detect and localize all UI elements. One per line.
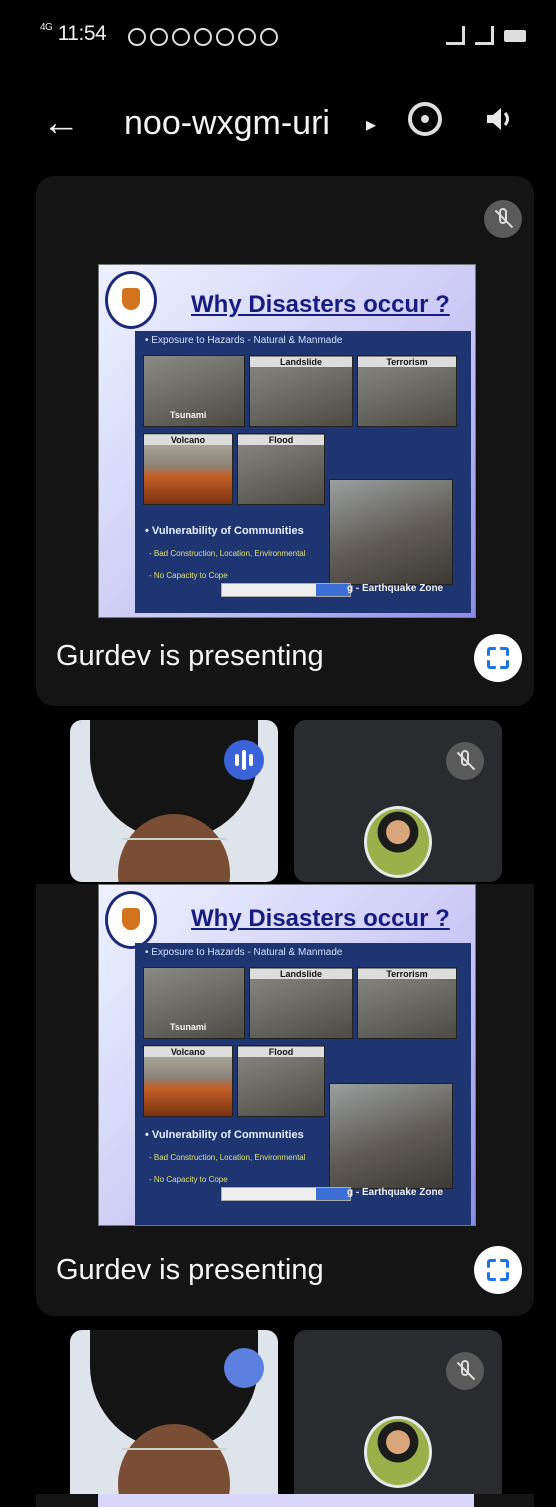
photo-caption: Flood: [238, 435, 324, 445]
shared-slide: Why Disasters occur ? • Exposure to Haza…: [98, 264, 476, 618]
photo-caption: Landslide: [250, 357, 352, 367]
slide-sub-point: - Bad Construction, Location, Environmen…: [149, 1153, 306, 1162]
photo-caption: Volcano: [144, 1047, 232, 1057]
slide-photo: Flood: [237, 1045, 325, 1117]
status-time: 4G 11:54: [40, 22, 107, 46]
slide-photo: Landslide: [249, 355, 353, 427]
slide-bullet: • Exposure to Hazards - Natural & Manmad…: [145, 947, 343, 958]
mic-off-icon: [484, 200, 522, 238]
mic-off-icon: [446, 742, 484, 780]
photo-caption: Terrorism: [358, 969, 456, 979]
chevron-right-icon[interactable]: ▸: [366, 112, 376, 137]
institute-logo: [105, 271, 157, 329]
slide-bullet: • Vulnerability of Communities: [145, 525, 304, 537]
slide-overlay-button: [316, 584, 350, 596]
slide-bullet: • Vulnerability of Communities: [145, 1129, 304, 1141]
slide-sub-point: - No Capacity to Cope: [149, 571, 228, 580]
speaking-indicator-icon: [224, 740, 264, 780]
notification-icon: [238, 28, 256, 46]
slide-sub-point: - No Capacity to Cope: [149, 1175, 228, 1184]
slide-overlay-bar: [221, 583, 351, 597]
presentation-tile[interactable]: Why Disasters occur ? • Exposure to Haza…: [36, 884, 534, 1316]
wifi-icon: [475, 26, 494, 45]
status-bar: 4G 11:54: [0, 0, 556, 80]
presentation-tile[interactable]: Why Disasters occur ? • Exposure to Haza…: [36, 176, 534, 706]
fullscreen-icon[interactable]: [474, 634, 522, 682]
avatar: [364, 806, 432, 878]
back-arrow-icon[interactable]: ←: [42, 102, 80, 145]
slide-content-panel: • Exposure to Hazards - Natural & Manmad…: [135, 331, 471, 613]
slide-photo: Terrorism: [357, 355, 457, 427]
slide-title: Why Disasters occur ?: [191, 291, 450, 318]
photo-caption: g - Earthquake Zone: [347, 1187, 444, 1198]
slide-photo: Terrorism: [357, 967, 457, 1039]
photo-caption: g - Earthquake Zone: [347, 583, 444, 594]
notification-icon: [128, 28, 146, 46]
participant-glasses: [122, 1448, 226, 1460]
slide-bullet: • Exposure to Hazards - Natural & Manmad…: [145, 335, 343, 346]
presenting-label: Gurdev is presenting: [56, 1254, 324, 1286]
notification-icon: [194, 28, 212, 46]
slide-photo: Volcano: [143, 433, 233, 505]
shared-slide: [98, 1494, 474, 1507]
signal-icon: [446, 26, 465, 45]
battery-icon: [504, 29, 526, 42]
slide-photo: Landslide: [249, 967, 353, 1039]
slide-photo: Tsunami: [143, 967, 245, 1039]
presentation-tile: [36, 1494, 534, 1507]
speaker-icon[interactable]: [484, 104, 514, 134]
network-label: 4G: [40, 22, 53, 33]
fullscreen-icon[interactable]: [474, 1246, 522, 1294]
participant-tile[interactable]: [294, 720, 502, 882]
slide-overlay-bar: [221, 1187, 351, 1201]
notification-icon: [216, 28, 234, 46]
slide-photo: Volcano: [143, 1045, 233, 1117]
photo-caption: Tsunami: [170, 1022, 207, 1032]
photo-caption: Volcano: [144, 435, 232, 445]
slide-sub-point: - Bad Construction, Location, Environmen…: [149, 549, 306, 558]
slide-title: Why Disasters occur ?: [191, 905, 450, 932]
avatar: [364, 1416, 432, 1488]
switch-camera-icon[interactable]: [408, 102, 442, 136]
shared-slide: Why Disasters occur ? • Exposure to Haza…: [98, 884, 476, 1226]
mic-off-icon: [446, 1352, 484, 1390]
clock: 11:54: [57, 22, 107, 45]
notification-icons: [128, 28, 278, 46]
slide-overlay-button: [316, 1188, 350, 1200]
participant-tile[interactable]: [294, 1330, 502, 1507]
notification-icon: [172, 28, 190, 46]
slide-photo: Tsunami: [143, 355, 245, 427]
participant-glasses: [122, 838, 226, 850]
photo-caption: Flood: [238, 1047, 324, 1057]
slide-content-panel: • Exposure to Hazards - Natural & Manmad…: [135, 943, 471, 1225]
notification-icon: [260, 28, 278, 46]
speaking-indicator-icon: [224, 1348, 264, 1388]
notification-icon: [150, 28, 168, 46]
call-app-bar: ← noo-wxgm-uri ▸: [0, 82, 556, 162]
slide-photo: [329, 1083, 453, 1189]
meeting-code[interactable]: noo-wxgm-uri: [124, 104, 330, 143]
presenting-label: Gurdev is presenting: [56, 640, 324, 672]
photo-caption: Landslide: [250, 969, 352, 979]
photo-caption: Tsunami: [170, 410, 207, 420]
slide-photo: [329, 479, 453, 585]
institute-logo: [105, 891, 157, 949]
slide-photo: Flood: [237, 433, 325, 505]
system-icons: [446, 26, 526, 45]
photo-caption: Terrorism: [358, 357, 456, 367]
